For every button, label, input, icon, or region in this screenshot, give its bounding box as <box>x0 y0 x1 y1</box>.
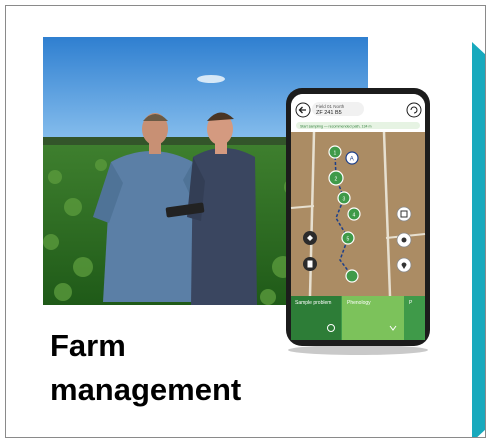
tab-sample-problem[interactable]: Sample problem <box>295 300 331 306</box>
map-expand-button[interactable] <box>396 206 412 222</box>
phone-app-mockup: Field 01 North ZF 241 B5 Start sampling … <box>274 88 438 358</box>
farm-management-card[interactable]: Field 01 North ZF 241 B5 Start sampling … <box>5 5 486 438</box>
map-clipboard-button[interactable] <box>303 257 317 271</box>
tab-phenology[interactable]: Phenology <box>347 300 371 306</box>
map-point-2: 2 <box>335 177 338 183</box>
card-title-line-1: Farm <box>50 328 126 363</box>
card-title-line-2: management <box>50 372 242 407</box>
map-point-3: 3 <box>343 197 346 203</box>
app-banner-text: Start sampling — recommended path, 134 m <box>300 125 372 129</box>
card-title: Farm management <box>50 324 241 412</box>
map-layers-button[interactable] <box>303 231 317 245</box>
map-point-5: 5 <box>347 237 350 243</box>
map-pin-button[interactable] <box>396 257 412 273</box>
map-point-4: 4 <box>353 213 356 219</box>
app-header-top: Field 01 North <box>316 104 345 109</box>
map-point-1: 1 <box>334 151 337 157</box>
app-header-field: ZF 241 B5 <box>316 110 342 116</box>
map-point-a: A <box>350 157 354 163</box>
teal-accent-shape <box>472 42 485 437</box>
map-locate-button[interactable] <box>396 232 412 248</box>
